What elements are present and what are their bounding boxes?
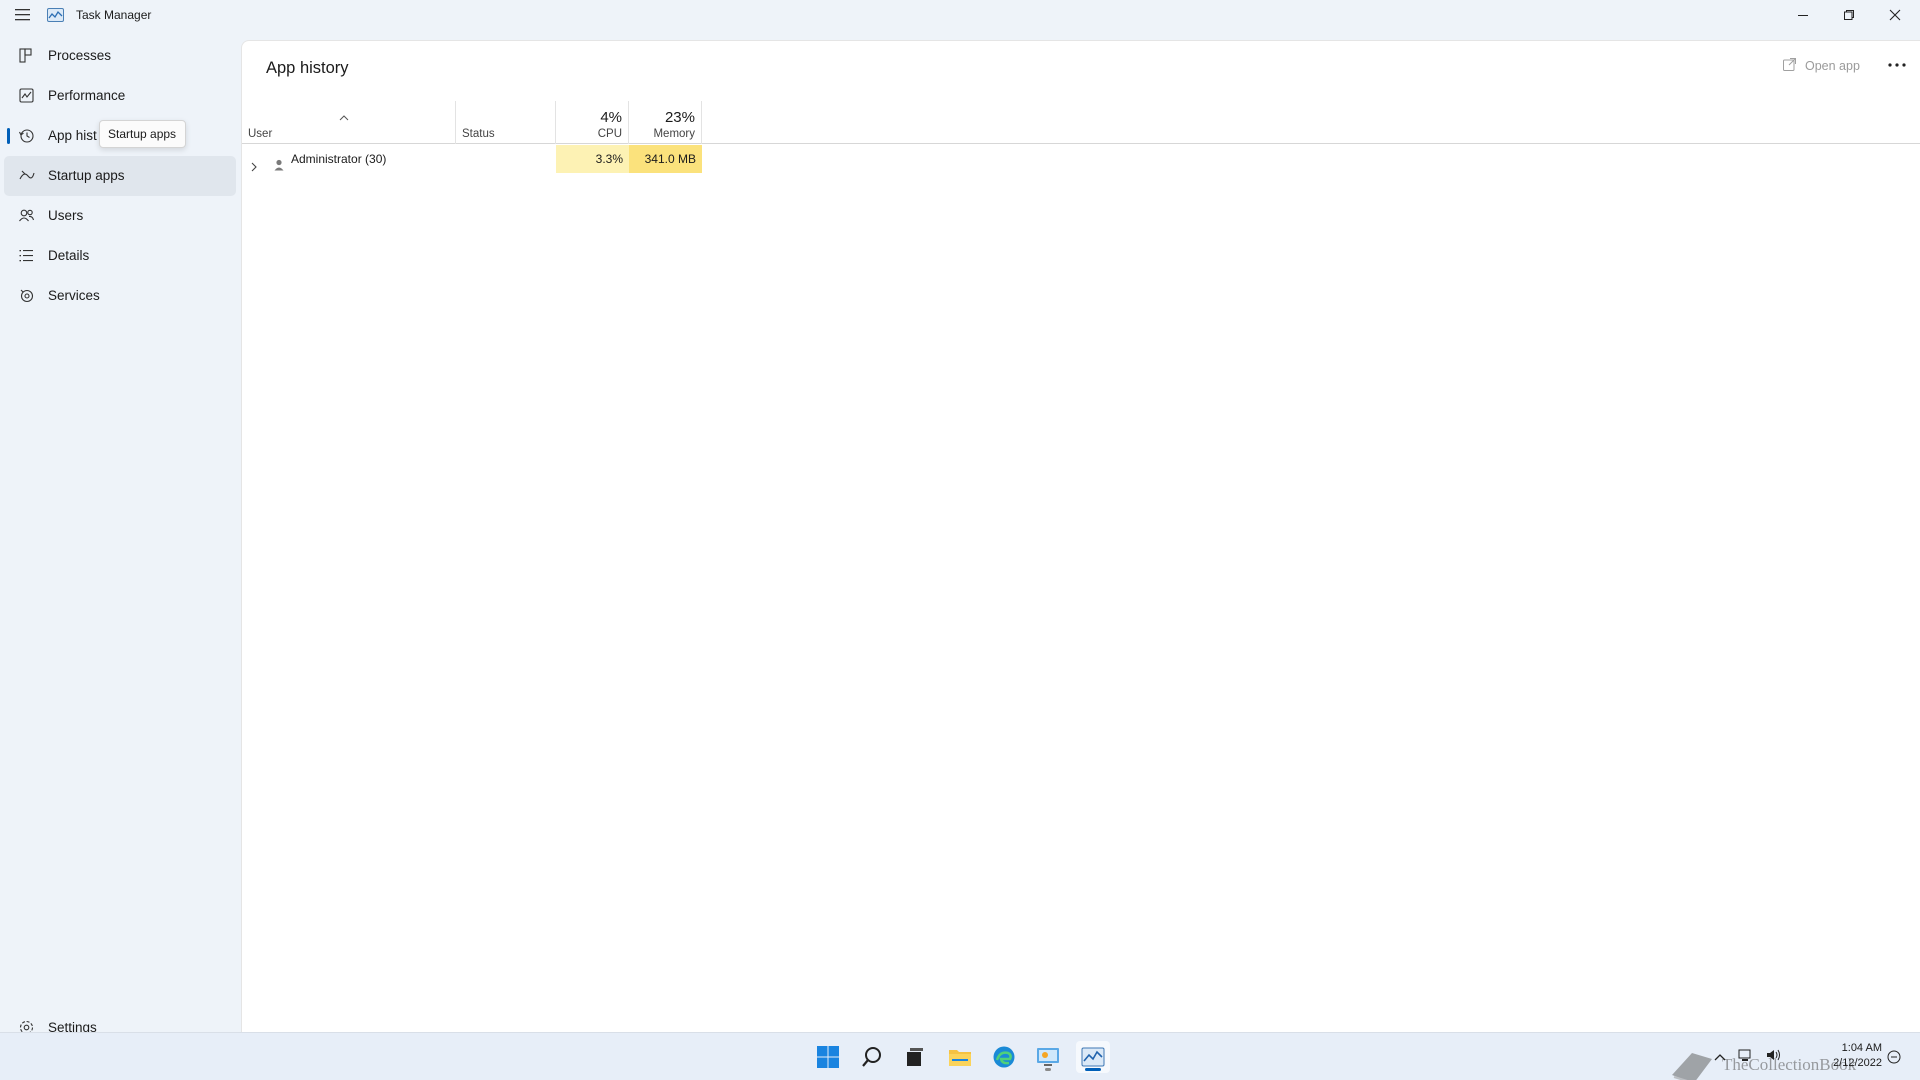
sidebar-item-performance[interactable]: Performance <box>4 76 236 116</box>
active-app-indicator <box>1085 1068 1101 1071</box>
main-panel: App history Open app User Status 4% CPU … <box>241 40 1920 1032</box>
column-status[interactable]: Status <box>456 101 556 144</box>
hamburger-menu-icon[interactable] <box>14 7 32 23</box>
details-icon <box>18 247 35 264</box>
active-indicator <box>7 128 10 144</box>
sidebar-item-details[interactable]: Details <box>4 236 236 276</box>
volume-icon[interactable] <box>1766 1048 1782 1067</box>
column-user[interactable]: User <box>242 101 456 144</box>
column-label: User <box>248 128 273 140</box>
sidebar-item-label: Services <box>48 288 100 303</box>
running-indicator <box>1045 1068 1051 1071</box>
clock-time: 1:04 AM <box>1841 1042 1882 1054</box>
sidebar-item-label: App hist <box>48 128 97 143</box>
page-title: App history <box>266 59 349 77</box>
column-label: Status <box>462 128 495 140</box>
cpu-total-percent: 4% <box>600 109 622 126</box>
network-icon[interactable] <box>1738 1048 1754 1067</box>
table-row[interactable]: Administrator (30) 3.3% 341.0 MB <box>242 145 1920 173</box>
more-dots-icon <box>1888 63 1906 67</box>
history-icon <box>18 127 35 144</box>
start-icon[interactable] <box>812 1041 844 1073</box>
system-clock[interactable]: 1:04 AM 2/12/2022 <box>1824 1041 1882 1071</box>
search-icon[interactable] <box>856 1041 888 1073</box>
sidebar-item-startup-apps[interactable]: Startup apps <box>4 156 236 196</box>
sidebar-nav: Processes Performance App hist Startup a… <box>0 36 241 1035</box>
memory-cell: 341.0 MB <box>629 145 702 173</box>
system-tray <box>1714 1047 1814 1067</box>
taskbar: TheCollectionBook 1:04 AM 2/12/2022 <box>0 1032 1920 1080</box>
notification-icon[interactable] <box>1886 1049 1902 1070</box>
window-title: Task Manager <box>76 8 152 22</box>
more-options-button[interactable] <box>1882 53 1912 77</box>
services-icon <box>18 287 35 304</box>
close-button[interactable] <box>1872 0 1918 30</box>
edge-icon[interactable] <box>988 1041 1020 1073</box>
minimize-button[interactable] <box>1780 0 1826 30</box>
cpu-cell: 3.3% <box>556 145 629 173</box>
startup-icon <box>18 167 35 184</box>
sidebar-item-services[interactable]: Services <box>4 276 236 316</box>
task-view-icon[interactable] <box>899 1041 931 1073</box>
task-manager-logo-icon <box>47 8 64 22</box>
sidebar-item-label: Performance <box>48 88 126 103</box>
clock-date: 2/12/2022 <box>1833 1057 1882 1069</box>
sidebar-item-users[interactable]: Users <box>4 196 236 236</box>
sort-ascending-icon <box>339 108 349 121</box>
user-name: Administrator (30) <box>291 152 387 166</box>
sidebar-item-label: Details <box>48 248 90 263</box>
column-label: Memory <box>653 128 695 140</box>
status-cell <box>456 145 556 173</box>
file-explorer-icon[interactable] <box>944 1041 976 1073</box>
column-memory[interactable]: 23% Memory <box>629 101 702 144</box>
open-external-icon <box>1782 57 1797 75</box>
control-panel-icon[interactable] <box>1032 1041 1064 1073</box>
book-logo-icon <box>1672 1053 1712 1080</box>
open-app-label: Open app <box>1805 59 1860 73</box>
table-header: User Status 4% CPU 23% Memory <box>242 101 1920 144</box>
restore-button[interactable] <box>1826 0 1872 30</box>
sidebar-item-label: Users <box>48 208 84 223</box>
processes-icon <box>18 47 35 64</box>
chevron-up-icon[interactable] <box>1714 1048 1726 1066</box>
tooltip: Startup apps <box>99 120 186 148</box>
sidebar-item-label: Processes <box>48 48 112 63</box>
sidebar-item-processes[interactable]: Processes <box>4 36 236 76</box>
title-bar: Task Manager <box>0 0 1920 32</box>
open-app-button[interactable]: Open app <box>1782 57 1860 75</box>
task-manager-icon[interactable] <box>1076 1041 1110 1073</box>
user-icon <box>274 153 284 171</box>
chevron-right-icon[interactable] <box>250 154 258 172</box>
sidebar-item-label: Startup apps <box>48 168 125 183</box>
performance-icon <box>18 87 35 104</box>
memory-total-percent: 23% <box>664 109 695 126</box>
column-cpu[interactable]: 4% CPU <box>556 101 629 144</box>
users-icon <box>18 207 35 224</box>
column-label: CPU <box>597 128 622 140</box>
